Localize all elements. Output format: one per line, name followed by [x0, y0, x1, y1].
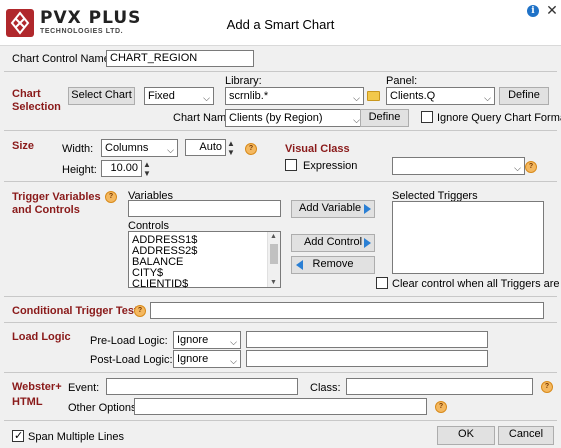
define-chart-button[interactable]: Define: [360, 109, 409, 127]
height-spinner[interactable]: ▲ ▼: [142, 160, 152, 178]
divider: [4, 322, 557, 323]
post-load-label: Post-Load Logic:: [90, 354, 173, 366]
width-spinner[interactable]: ▲ ▼: [226, 139, 236, 157]
expression-label: Expression: [303, 160, 358, 172]
ok-button[interactable]: OK: [437, 426, 495, 445]
remove-label: Remove: [312, 258, 354, 270]
width-label: Width:: [62, 143, 94, 155]
add-variable-button[interactable]: Add Variable: [291, 200, 375, 218]
chart-mode-value: Fixed: [148, 90, 175, 102]
scroll-thumb[interactable]: [270, 244, 278, 264]
span-multiple-lines-checkbox[interactable]: [12, 429, 24, 442]
chevron-down-icon: ⌵: [167, 145, 174, 155]
scroll-up-icon[interactable]: ▲: [270, 233, 277, 240]
panel-select[interactable]: Clients.Q ⌵: [386, 87, 495, 105]
chart-control-name-label: Chart Control Name:: [12, 53, 113, 65]
width-unit-select[interactable]: Columns ⌵: [101, 139, 178, 157]
divider: [4, 296, 557, 297]
panel-label: Panel:: [386, 75, 418, 87]
width-input[interactable]: Auto: [185, 139, 226, 156]
width-unit-value: Columns: [105, 142, 149, 154]
library-value: scrnlib.*: [229, 90, 269, 102]
event-input[interactable]: [106, 378, 298, 395]
webster-section: Webster+: [12, 381, 62, 393]
divider: [4, 130, 557, 131]
chart-name-value: Clients (by Region): [229, 112, 323, 124]
class-help-icon[interactable]: ?: [541, 381, 553, 393]
divider: [4, 71, 557, 72]
height-label: Height:: [62, 164, 97, 176]
arrow-right-icon: [364, 204, 371, 214]
add-control-label: Add Control: [303, 236, 363, 248]
conditional-section: Conditional Trigger Test: [12, 305, 138, 317]
folder-icon[interactable]: [367, 91, 380, 101]
chart-control-name-input[interactable]: CHART_REGION: [106, 50, 254, 67]
divider: [4, 181, 557, 182]
event-label: Event:: [68, 382, 100, 394]
chevron-down-icon: ⌵: [514, 163, 521, 173]
other-options-input[interactable]: [134, 398, 427, 415]
selected-triggers-list[interactable]: [392, 201, 544, 274]
size-section: Size: [12, 140, 35, 152]
chart-selection-section: Chart Selection: [12, 88, 61, 113]
chevron-down-icon: ⌵: [353, 115, 360, 125]
visual-class-help-icon[interactable]: ?: [525, 161, 537, 173]
span-multiple-lines-label: Span Multiple Lines: [28, 431, 125, 443]
expression-checkbox[interactable]: [285, 159, 297, 171]
chart-name-select[interactable]: Clients (by Region) ⌵: [225, 109, 364, 127]
cancel-button[interactable]: Cancel: [498, 426, 554, 445]
arrow-right-icon: [364, 238, 371, 248]
remove-button[interactable]: Remove: [291, 256, 375, 274]
library-label: Library:: [225, 75, 262, 87]
add-variable-label: Add Variable: [299, 202, 362, 214]
select-chart-button[interactable]: Select Chart: [68, 87, 135, 105]
html-section: HTML: [12, 396, 43, 408]
variables-input[interactable]: [128, 200, 281, 217]
chevron-down-icon: ⌵: [353, 93, 360, 103]
pre-load-select[interactable]: Ignore ⌵: [173, 331, 241, 349]
chevron-down-icon: ⌵: [203, 93, 210, 103]
trigger-section: Trigger Variables and Controls: [12, 191, 101, 216]
divider: [4, 420, 557, 421]
pre-load-label: Pre-Load Logic:: [90, 335, 168, 347]
ignore-query-checkbox[interactable]: [421, 111, 433, 123]
other-options-label: Other Options:: [68, 402, 140, 414]
post-load-select[interactable]: Ignore ⌵: [173, 350, 241, 368]
conditional-help-icon[interactable]: ?: [134, 305, 146, 317]
divider: [4, 372, 557, 373]
ignore-query-label: Ignore Query Chart Format: [437, 112, 561, 124]
chevron-down-icon: ⌵: [484, 93, 491, 103]
scroll-down-icon[interactable]: ▼: [270, 279, 277, 286]
pre-load-input[interactable]: [246, 331, 488, 348]
arrow-left-icon: [296, 260, 303, 270]
chevron-down-icon: ⌵: [230, 356, 237, 366]
load-logic-section: Load Logic: [12, 331, 71, 343]
close-icon[interactable]: ✕: [545, 2, 559, 18]
chart-mode-select[interactable]: Fixed ⌵: [144, 87, 214, 105]
visual-class-select[interactable]: ⌵: [392, 157, 525, 175]
clear-control-checkbox[interactable]: [376, 277, 388, 289]
controls-scrollbar[interactable]: ▲ ▼: [267, 232, 280, 287]
height-input[interactable]: 10.00: [101, 160, 142, 177]
post-load-input[interactable]: [246, 350, 488, 367]
clear-control-label: Clear control when all Triggers are null: [392, 278, 561, 290]
info-icon[interactable]: i: [527, 5, 539, 17]
library-select[interactable]: scrnlib.* ⌵: [225, 87, 364, 105]
add-control-button[interactable]: Add Control: [291, 234, 375, 252]
class-input[interactable]: [346, 378, 533, 395]
pre-load-value: Ignore: [177, 334, 209, 346]
visual-class-section: Visual Class: [285, 143, 350, 155]
list-item[interactable]: CLIENTID$: [132, 278, 188, 290]
class-label: Class:: [310, 382, 341, 394]
trigger-help-icon[interactable]: ?: [105, 191, 117, 203]
define-panel-button[interactable]: Define: [499, 87, 549, 105]
other-options-help-icon[interactable]: ?: [435, 401, 447, 413]
width-help-icon[interactable]: ?: [245, 143, 257, 155]
post-load-value: Ignore: [177, 353, 209, 365]
panel-value: Clients.Q: [390, 90, 436, 102]
conditional-input[interactable]: [150, 302, 544, 319]
controls-list[interactable]: ADDRESS1$ ADDRESS2$ BALANCE CITY$ CLIENT…: [128, 231, 281, 290]
window-title: Add a Smart Chart: [226, 17, 335, 32]
chevron-down-icon: ⌵: [230, 337, 237, 347]
